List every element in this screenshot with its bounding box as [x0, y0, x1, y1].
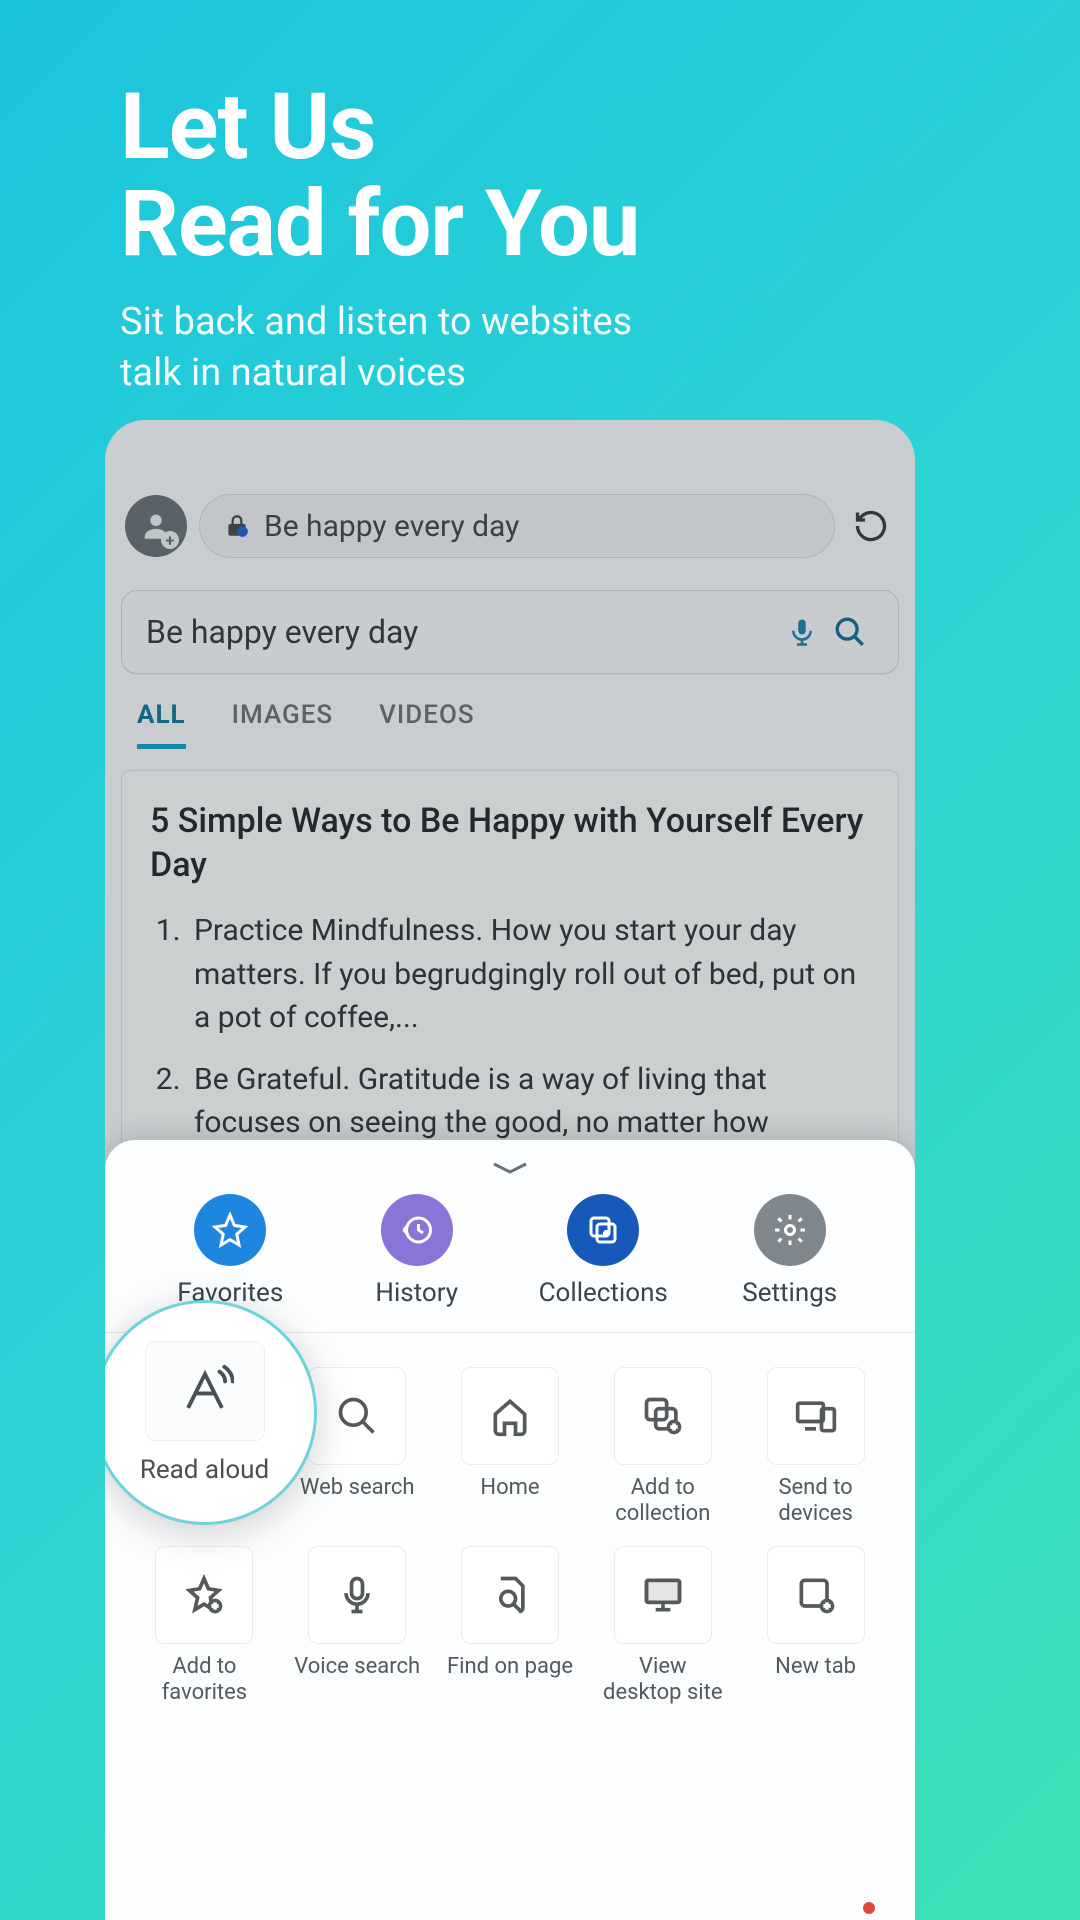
search-icon	[833, 615, 867, 649]
voice-search-button[interactable]: Voice search	[288, 1546, 427, 1707]
new-tab-icon	[794, 1573, 838, 1617]
settings-label: Settings	[742, 1278, 837, 1308]
reload-button[interactable]	[847, 502, 895, 550]
reload-icon	[853, 508, 889, 544]
promo-block: Let Us Read for You Sit back and listen …	[120, 80, 639, 400]
search-button[interactable]	[826, 608, 874, 656]
result-tabs: ALL IMAGES VIDEOS	[137, 700, 475, 749]
address-bar[interactable]: Be happy every day	[199, 494, 835, 558]
favorites-button[interactable]: Favorites	[155, 1194, 305, 1308]
find-on-page-icon	[488, 1573, 532, 1617]
lock-icon	[224, 511, 250, 541]
search-icon	[335, 1394, 379, 1438]
history-icon	[381, 1194, 453, 1266]
send-to-devices-label: Send to devices	[751, 1475, 881, 1528]
devices-icon	[794, 1394, 838, 1438]
address-text: Be happy every day	[264, 509, 519, 544]
home-icon	[488, 1394, 532, 1438]
web-search-label: Web search	[300, 1475, 415, 1501]
history-label: History	[375, 1278, 458, 1308]
tab-all[interactable]: ALL	[137, 700, 186, 749]
read-aloud-tile	[145, 1341, 265, 1441]
add-to-favorites-button[interactable]: Add to favorites	[135, 1546, 274, 1707]
read-aloud-label: Read aloud	[140, 1455, 269, 1485]
search-input-text: Be happy every day	[146, 613, 778, 651]
sheet-handle[interactable]	[480, 1158, 540, 1178]
view-desktop-site-label: View desktop site	[598, 1654, 728, 1707]
send-to-devices-button[interactable]: Send to devices	[746, 1367, 885, 1528]
promo-title-line2: Read for You	[120, 171, 639, 278]
indicator-dot	[863, 1902, 875, 1914]
read-aloud-icon	[176, 1362, 234, 1420]
add-to-favorites-label: Add to favorites	[139, 1654, 269, 1707]
new-tab-label: New tab	[775, 1654, 856, 1680]
add-to-collection-label: Add to collection	[598, 1475, 728, 1528]
collection-add-icon	[641, 1394, 685, 1438]
promo-subtitle: Sit back and listen to websites talk in …	[120, 297, 639, 400]
browser-topbar: + Be happy every day	[125, 490, 895, 562]
new-tab-button[interactable]: New tab	[746, 1546, 885, 1707]
gear-icon	[754, 1194, 826, 1266]
home-label: Home	[480, 1475, 539, 1501]
tab-videos[interactable]: VIDEOS	[379, 700, 474, 749]
desktop-icon	[641, 1573, 685, 1617]
mic-icon	[335, 1573, 379, 1617]
promo-title: Let Us Read for You	[120, 80, 639, 273]
profile-button[interactable]: +	[125, 495, 187, 557]
result-title[interactable]: 5 Simple Ways to Be Happy with Yourself …	[150, 799, 870, 887]
star-icon	[194, 1194, 266, 1266]
find-on-page-label: Find on page	[447, 1654, 573, 1680]
result-list: Practice Mindfulness. How you start your…	[150, 909, 870, 1145]
mic-button[interactable]	[778, 608, 826, 656]
promo-sub-line1: Sit back and listen to websites	[120, 300, 632, 344]
plus-icon: +	[161, 531, 179, 549]
promo-title-line1: Let Us	[120, 74, 375, 181]
tab-images[interactable]: IMAGES	[232, 700, 334, 749]
history-button[interactable]: History	[342, 1194, 492, 1308]
result-item-2: Be Grateful. Gratitude is a way of livin…	[188, 1058, 870, 1145]
menu-sheet: Favorites History Collections Settings	[105, 1140, 915, 1920]
collections-button[interactable]: Collections	[528, 1194, 678, 1308]
search-bar[interactable]: Be happy every day	[121, 590, 899, 674]
settings-button[interactable]: Settings	[715, 1194, 865, 1308]
add-to-collection-button[interactable]: Add to collection	[593, 1367, 732, 1528]
collections-label: Collections	[539, 1278, 668, 1308]
promo-sub-line2: talk in natural voices	[120, 351, 466, 395]
voice-search-label: Voice search	[294, 1654, 420, 1680]
home-button[interactable]: Home	[441, 1367, 580, 1528]
result-item-1: Practice Mindfulness. How you start your…	[188, 909, 870, 1040]
chevron-down-icon	[490, 1160, 530, 1176]
view-desktop-site-button[interactable]: View desktop site	[593, 1546, 732, 1707]
find-on-page-button[interactable]: Find on page	[441, 1546, 580, 1707]
collections-icon	[567, 1194, 639, 1266]
mic-icon	[787, 617, 817, 647]
star-add-icon	[182, 1573, 226, 1617]
phone-frame: + Be happy every day Be happy every day …	[105, 420, 915, 1920]
